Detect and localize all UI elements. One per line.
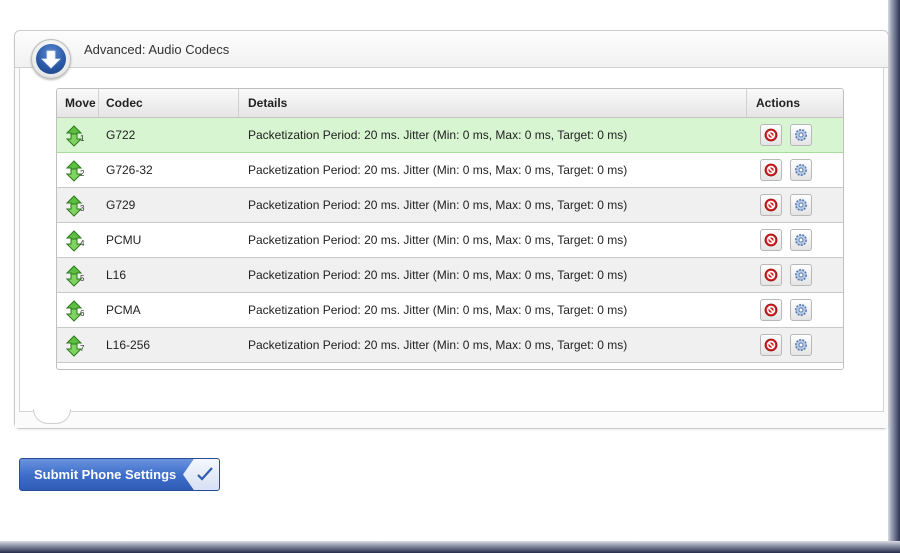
table-row[interactable]: 6 PCMA Packetization Period: 20 ms. Jitter… [57, 293, 843, 328]
row-order-index: 7 [80, 344, 85, 353]
disable-codec-button[interactable] [760, 159, 782, 181]
arrow-down-circle-icon [36, 44, 66, 74]
table-row[interactable]: 2 G726-32 Packetization Period: 20 ms. Jit… [57, 153, 843, 188]
disable-icon [764, 198, 778, 212]
gear-icon [795, 304, 807, 316]
move-up-down-icon[interactable] [65, 125, 88, 147]
disable-codec-button[interactable] [760, 264, 782, 286]
disable-codec-button[interactable] [760, 194, 782, 216]
row-order-index: 2 [80, 169, 85, 178]
panel-footer [15, 414, 888, 428]
codec-settings-button[interactable] [790, 229, 812, 251]
row-order-index: 5 [80, 274, 85, 283]
panel-header: Advanced: Audio Codecs [15, 31, 888, 68]
table-row[interactable]: 1 G722 Packetization Period: 20 ms. Jitter… [57, 118, 843, 153]
table-row[interactable]: 4 PCMU Packetization Period: 20 ms. Jitter… [57, 223, 843, 258]
gear-icon [795, 129, 807, 141]
column-divider [238, 89, 239, 117]
column-header-actions: Actions [756, 96, 801, 110]
codec-name: G722 [106, 128, 136, 142]
column-divider [746, 89, 747, 117]
move-up-down-icon[interactable] [65, 335, 88, 357]
gear-icon [795, 339, 807, 351]
table-row[interactable]: 3 G729 Packetization Period: 20 ms. Jitter… [57, 188, 843, 223]
codec-name: G726-32 [106, 163, 153, 177]
disable-icon [764, 303, 778, 317]
disable-icon [764, 163, 778, 177]
codec-settings-button[interactable] [790, 299, 812, 321]
codecs-table: Move Codec Details Actions 1 G722 Packetiz… [56, 88, 844, 370]
move-up-down-icon[interactable] [65, 230, 88, 252]
row-order-index: 4 [80, 239, 85, 248]
disable-icon [764, 268, 778, 282]
move-up-down-icon[interactable] [65, 160, 88, 182]
codec-settings-button[interactable] [790, 194, 812, 216]
table-header: Move Codec Details Actions [57, 89, 843, 118]
window-frame-right [888, 0, 900, 553]
table-row[interactable]: 5 L16 Packetization Period: 20 ms. Jitter … [57, 258, 843, 293]
codec-details: Packetization Period: 20 ms. Jitter (Min… [248, 163, 628, 177]
disable-codec-button[interactable] [760, 124, 782, 146]
column-header-codec: Codec [106, 96, 143, 110]
codec-details: Packetization Period: 20 ms. Jitter (Min… [248, 303, 628, 317]
window-frame-bottom [0, 541, 900, 553]
disable-codec-button[interactable] [760, 334, 782, 356]
codec-name: L16 [106, 268, 127, 282]
move-up-down-icon[interactable] [65, 195, 88, 217]
row-order-index: 6 [80, 309, 85, 318]
top-edge [0, 0, 900, 10]
codec-name: PCMA [106, 303, 141, 317]
submit-phone-settings-button[interactable]: Submit Phone Settings [19, 458, 220, 491]
column-divider [98, 89, 99, 117]
column-header-move: Move [65, 96, 96, 110]
disable-icon [764, 128, 778, 142]
gear-icon [795, 269, 807, 281]
submit-button-label: Submit Phone Settings [34, 467, 177, 482]
codec-name: L16-256 [106, 338, 151, 352]
codec-details: Packetization Period: 20 ms. Jitter (Min… [248, 268, 628, 282]
move-up-down-icon[interactable] [65, 300, 88, 322]
column-header-details: Details [248, 96, 288, 110]
row-order-index: 3 [80, 204, 85, 213]
disable-codec-button[interactable] [760, 229, 782, 251]
codec-settings-button[interactable] [790, 159, 812, 181]
gear-icon [795, 164, 807, 176]
codec-settings-button[interactable] [790, 264, 812, 286]
codec-details: Packetization Period: 20 ms. Jitter (Min… [248, 233, 628, 247]
disable-codec-button[interactable] [760, 299, 782, 321]
codec-name: PCMU [106, 233, 142, 247]
codec-settings-button[interactable] [790, 334, 812, 356]
move-up-down-icon[interactable] [65, 265, 88, 287]
codec-details: Packetization Period: 20 ms. Jitter (Min… [248, 338, 628, 352]
panel-title: Advanced: Audio Codecs [84, 42, 230, 57]
codec-details: Packetization Period: 20 ms. Jitter (Min… [248, 198, 628, 212]
disable-icon [764, 338, 778, 352]
panel-toggle-button[interactable] [31, 39, 71, 79]
gear-icon [795, 199, 807, 211]
codec-details: Packetization Period: 20 ms. Jitter (Min… [248, 128, 628, 142]
disable-icon [764, 233, 778, 247]
checkmark-icon [183, 459, 219, 490]
row-order-index: 1 [80, 134, 85, 143]
table-row[interactable]: 7 L16-256 Packetization Period: 20 ms. Jit… [57, 328, 843, 363]
gear-icon [795, 234, 807, 246]
codec-settings-button[interactable] [790, 124, 812, 146]
codec-name: G729 [106, 198, 136, 212]
